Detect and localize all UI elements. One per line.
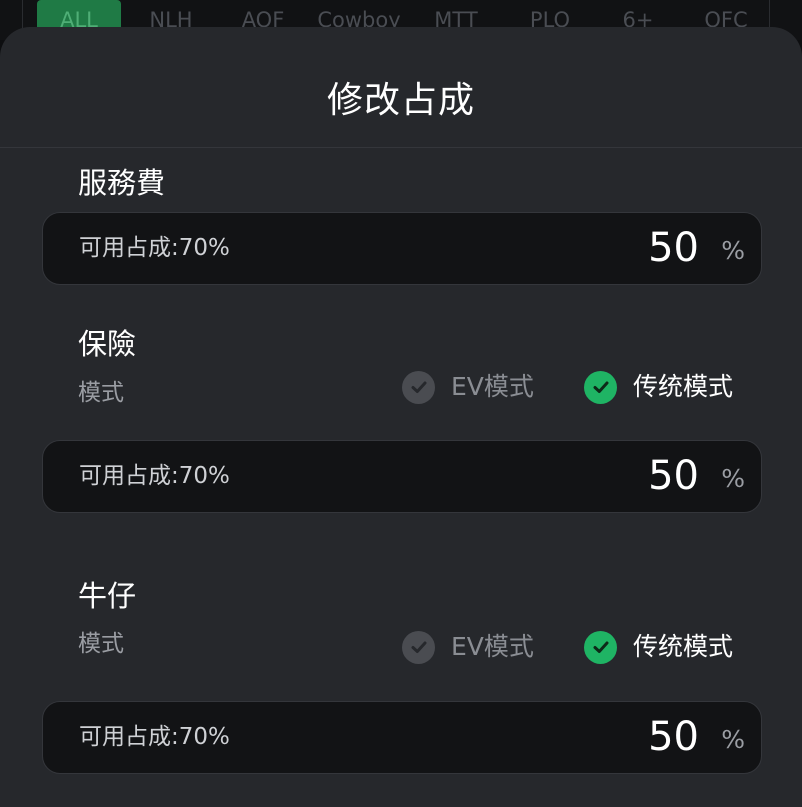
- insurance-ev-mode-option[interactable]: EV模式: [402, 370, 534, 404]
- sheet-title: 修改占成: [0, 27, 802, 148]
- cowboy-ev-mode-option[interactable]: EV模式: [402, 630, 534, 664]
- check-circle-icon: [584, 630, 617, 664]
- ev-mode-label: EV模式: [451, 372, 534, 401]
- insurance-title: 保險: [78, 327, 137, 361]
- share-value[interactable]: 50: [648, 702, 699, 773]
- share-value[interactable]: 50: [648, 441, 699, 512]
- percent-unit: %: [721, 464, 745, 493]
- cowboy-traditional-mode-option[interactable]: 传统模式: [584, 630, 733, 664]
- insurance-mode-label: 模式: [78, 380, 124, 406]
- available-share-label: 可用占成:70%: [79, 724, 230, 750]
- insurance-traditional-mode-option[interactable]: 传统模式: [584, 370, 733, 404]
- percent-unit: %: [721, 236, 745, 265]
- share-value[interactable]: 50: [648, 213, 699, 284]
- available-share-label: 可用占成:70%: [79, 463, 230, 489]
- ev-mode-label: EV模式: [451, 632, 534, 661]
- edit-share-sheet: 修改占成 服務費 可用占成:70% 50 % 保險 模式 EV模式 传统模式 可…: [0, 27, 802, 807]
- available-share-label: 可用占成:70%: [79, 235, 230, 261]
- service-fee-share-input[interactable]: 可用占成:70% 50 %: [42, 212, 762, 285]
- cowboy-title: 牛仔: [78, 579, 137, 613]
- traditional-mode-label: 传统模式: [633, 632, 734, 661]
- check-circle-icon: [402, 630, 435, 664]
- check-circle-icon: [584, 370, 617, 404]
- insurance-share-input[interactable]: 可用占成:70% 50 %: [42, 440, 762, 513]
- service-fee-title: 服務費: [78, 166, 166, 200]
- traditional-mode-label: 传统模式: [633, 372, 734, 401]
- cowboy-mode-label: 模式: [78, 631, 124, 657]
- check-circle-icon: [402, 370, 435, 404]
- cowboy-share-input[interactable]: 可用占成:70% 50 %: [42, 701, 762, 774]
- percent-unit: %: [721, 725, 745, 754]
